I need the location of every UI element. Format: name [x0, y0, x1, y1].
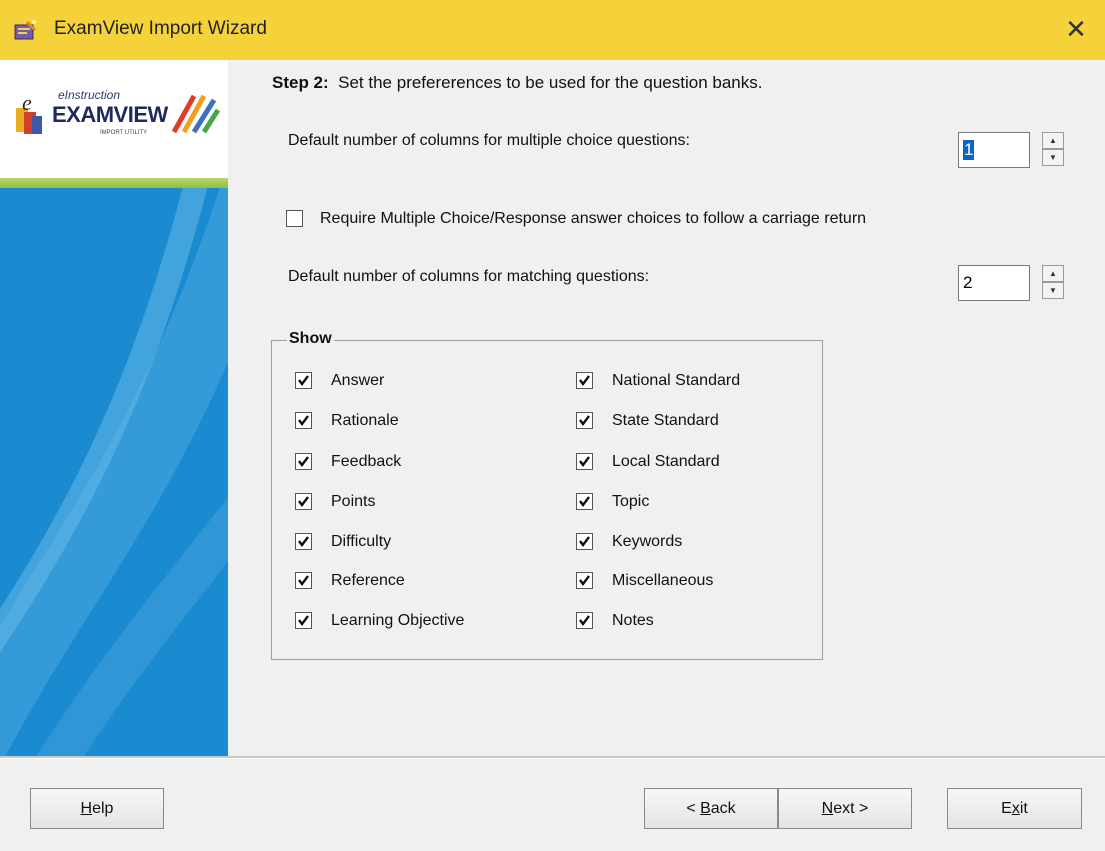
option-label: Difficulty	[331, 533, 392, 550]
mc-columns-spinner[interactable]: ▲ ▼	[1042, 132, 1064, 168]
checkbox-checked-icon[interactable]	[295, 493, 312, 510]
button-label-prefix: <	[686, 800, 701, 817]
checkbox-checked-icon[interactable]	[576, 493, 593, 510]
button-label-suffix: ack	[710, 800, 736, 817]
close-icon[interactable]: ✕	[1059, 12, 1093, 46]
checkbox-checked-icon[interactable]	[576, 533, 593, 550]
logo-product-text: EXAMVIEW	[52, 102, 168, 127]
button-label-suffix: it	[1019, 800, 1028, 817]
checkbox-checked-icon[interactable]	[576, 572, 593, 589]
option-label: Points	[331, 493, 376, 510]
matching-columns-input[interactable]: 2	[958, 265, 1030, 301]
option-label: Learning Objective	[331, 612, 465, 629]
matching-columns-value: 2	[963, 273, 973, 292]
button-label-suffix: elp	[92, 800, 114, 817]
back-button[interactable]: < Back	[644, 788, 778, 829]
checkbox-checked-icon[interactable]	[295, 533, 312, 550]
sidebar-accent-band	[0, 178, 228, 188]
button-label-prefix: E	[1001, 800, 1012, 817]
step-description: Set the prefererences to be used for the…	[338, 73, 763, 92]
option-label: Keywords	[612, 533, 683, 550]
carriage-return-label: Require Multiple Choice/Response answer …	[320, 210, 867, 227]
checkbox-checked-icon[interactable]	[576, 412, 593, 429]
wizard-sidebar: e eInstruction EXAMVIEW IMPORT UTILITY	[0, 60, 228, 756]
checkbox-checked-icon[interactable]	[295, 372, 312, 389]
footer-divider	[0, 756, 1105, 759]
button-accelerator: x	[1011, 800, 1020, 817]
examview-logo: e eInstruction EXAMVIEW IMPORT UTILITY	[0, 60, 228, 178]
button-accelerator: N	[821, 800, 834, 817]
matching-columns-spinner[interactable]: ▲ ▼	[1042, 265, 1064, 301]
help-button[interactable]: Help	[30, 788, 164, 829]
button-accelerator: H	[80, 800, 93, 817]
wizard-app-icon	[14, 20, 36, 40]
option-label: Local Standard	[612, 453, 720, 470]
checkbox-checked-icon[interactable]	[576, 372, 593, 389]
spin-up-icon[interactable]: ▲	[1042, 132, 1064, 149]
next-button[interactable]: Next >	[778, 788, 912, 829]
option-label: Topic	[612, 493, 650, 510]
mc-columns-label: Default number of columns for multiple c…	[288, 132, 690, 149]
spin-down-icon[interactable]: ▼	[1042, 149, 1064, 166]
logo-tagline: IMPORT UTILITY	[100, 130, 148, 136]
checkbox-checked-icon[interactable]	[295, 572, 312, 589]
matching-columns-label: Default number of columns for matching q…	[288, 268, 650, 285]
option-label: Rationale	[331, 412, 399, 429]
step-heading: Step 2: Set the prefererences to be used…	[272, 73, 762, 93]
logo-brand-text: eInstruction	[58, 88, 121, 102]
carriage-return-checkbox[interactable]	[286, 210, 303, 227]
spin-up-icon[interactable]: ▲	[1042, 265, 1064, 282]
option-label: Reference	[331, 572, 405, 589]
title-bar: ExamView Import Wizard ✕	[0, 0, 1105, 60]
option-label: Feedback	[331, 453, 402, 470]
checkbox-checked-icon[interactable]	[576, 612, 593, 629]
option-label: National Standard	[612, 372, 741, 389]
step-number: Step 2:	[272, 73, 329, 92]
checkbox-checked-icon[interactable]	[295, 453, 312, 470]
window-title: ExamView Import Wizard	[54, 18, 267, 39]
option-label: Notes	[612, 612, 654, 629]
exit-button[interactable]: Exit	[947, 788, 1082, 829]
option-label: State Standard	[612, 412, 719, 429]
option-label: Miscellaneous	[612, 572, 714, 589]
button-accelerator: B	[700, 800, 711, 817]
option-label: Answer	[331, 372, 385, 389]
show-group-title: Show	[287, 330, 334, 348]
button-label-suffix: ext >	[833, 800, 869, 817]
mc-columns-value: 1	[963, 140, 975, 160]
spin-down-icon[interactable]: ▼	[1042, 282, 1064, 299]
checkbox-checked-icon[interactable]	[576, 453, 593, 470]
svg-text:e: e	[22, 90, 32, 115]
checkbox-checked-icon[interactable]	[295, 612, 312, 629]
sidebar-swoosh-graphic	[0, 188, 228, 756]
checkbox-checked-icon[interactable]	[295, 412, 312, 429]
mc-columns-input[interactable]: 1	[958, 132, 1030, 168]
